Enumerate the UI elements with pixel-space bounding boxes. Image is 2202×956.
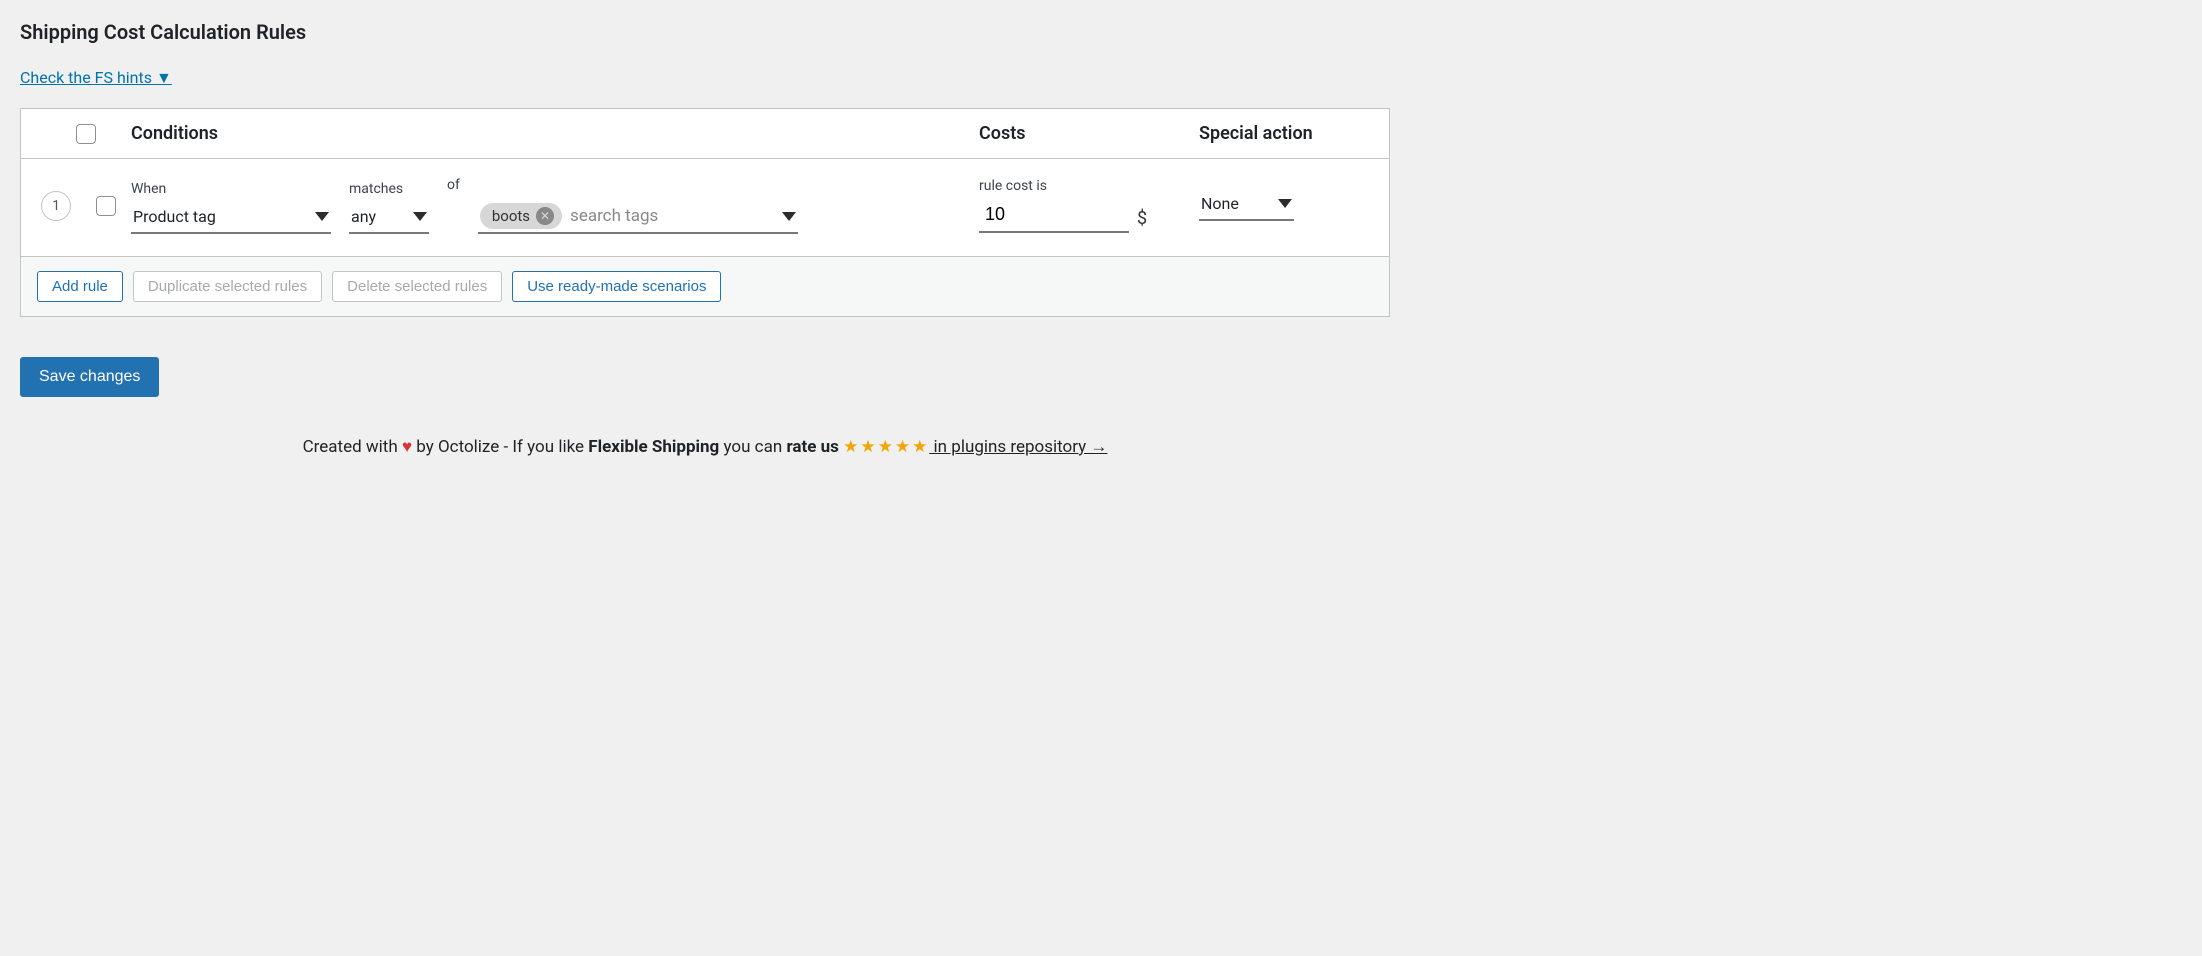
conditions-header: Conditions — [131, 123, 979, 144]
of-label: of — [447, 177, 460, 193]
add-rule-button[interactable]: Add rule — [37, 271, 123, 302]
tags-multiselect[interactable]: boots ✕ search tags — [478, 199, 798, 234]
plugins-repo-link[interactable]: in plugins repository → — [929, 437, 1107, 457]
matches-value: any — [351, 207, 376, 226]
caret-down-icon — [315, 212, 329, 221]
caret-down-icon — [1278, 199, 1292, 208]
section-title: Shipping Cost Calculation Rules — [20, 20, 1390, 44]
delete-rules-button[interactable]: Delete selected rules — [332, 271, 502, 302]
credit-line: Created with ♥ by Octolize - If you like… — [20, 437, 1390, 457]
rule-checkbox[interactable] — [96, 196, 116, 216]
caret-down-icon — [413, 212, 427, 221]
currency-symbol: $ — [1137, 208, 1147, 233]
special-action-select[interactable]: None — [1199, 190, 1294, 221]
rule-number: 1 — [41, 191, 71, 221]
rule-cost-label: rule cost is — [979, 178, 1199, 194]
when-value: Product tag — [133, 207, 216, 226]
heart-icon: ♥ — [402, 437, 412, 457]
cost-input[interactable] — [979, 200, 1129, 233]
credit-by: by Octolize - If you like — [412, 437, 588, 457]
use-scenarios-button[interactable]: Use ready-made scenarios — [512, 271, 721, 302]
tag-chip: boots ✕ — [480, 203, 562, 229]
matches-select[interactable]: any — [349, 203, 429, 234]
credit-product: Flexible Shipping — [588, 437, 719, 457]
stars-icon: ★★★★★ — [843, 437, 929, 457]
rules-table-header: Conditions Costs Special action — [21, 109, 1389, 159]
matches-label: matches — [349, 181, 429, 197]
costs-header: Costs — [979, 123, 1199, 144]
fs-hints-link[interactable]: Check the FS hints ▼ — [20, 68, 172, 88]
rules-table: Conditions Costs Special action 1 When P… — [20, 108, 1390, 317]
caret-down-icon — [782, 212, 796, 221]
when-label: When — [131, 181, 331, 197]
credit-rate: rate us — [786, 437, 843, 457]
special-action-value: None — [1201, 194, 1239, 213]
credit-prefix: Created with — [303, 437, 402, 457]
credit-rate-prefix: you can — [719, 437, 786, 457]
tags-placeholder: search tags — [570, 206, 774, 226]
duplicate-rules-button[interactable]: Duplicate selected rules — [133, 271, 322, 302]
tags-spacer — [478, 177, 979, 193]
special-action-header: Special action — [1199, 123, 1369, 144]
when-select[interactable]: Product tag — [131, 203, 331, 234]
tag-remove-icon[interactable]: ✕ — [536, 207, 554, 225]
tag-chip-label: boots — [492, 207, 530, 225]
save-changes-button[interactable]: Save changes — [20, 357, 159, 397]
table-footer: Add rule Duplicate selected rules Delete… — [21, 256, 1389, 316]
rule-row: 1 When Product tag matches any — [21, 159, 1389, 256]
select-all-checkbox[interactable] — [76, 124, 96, 144]
